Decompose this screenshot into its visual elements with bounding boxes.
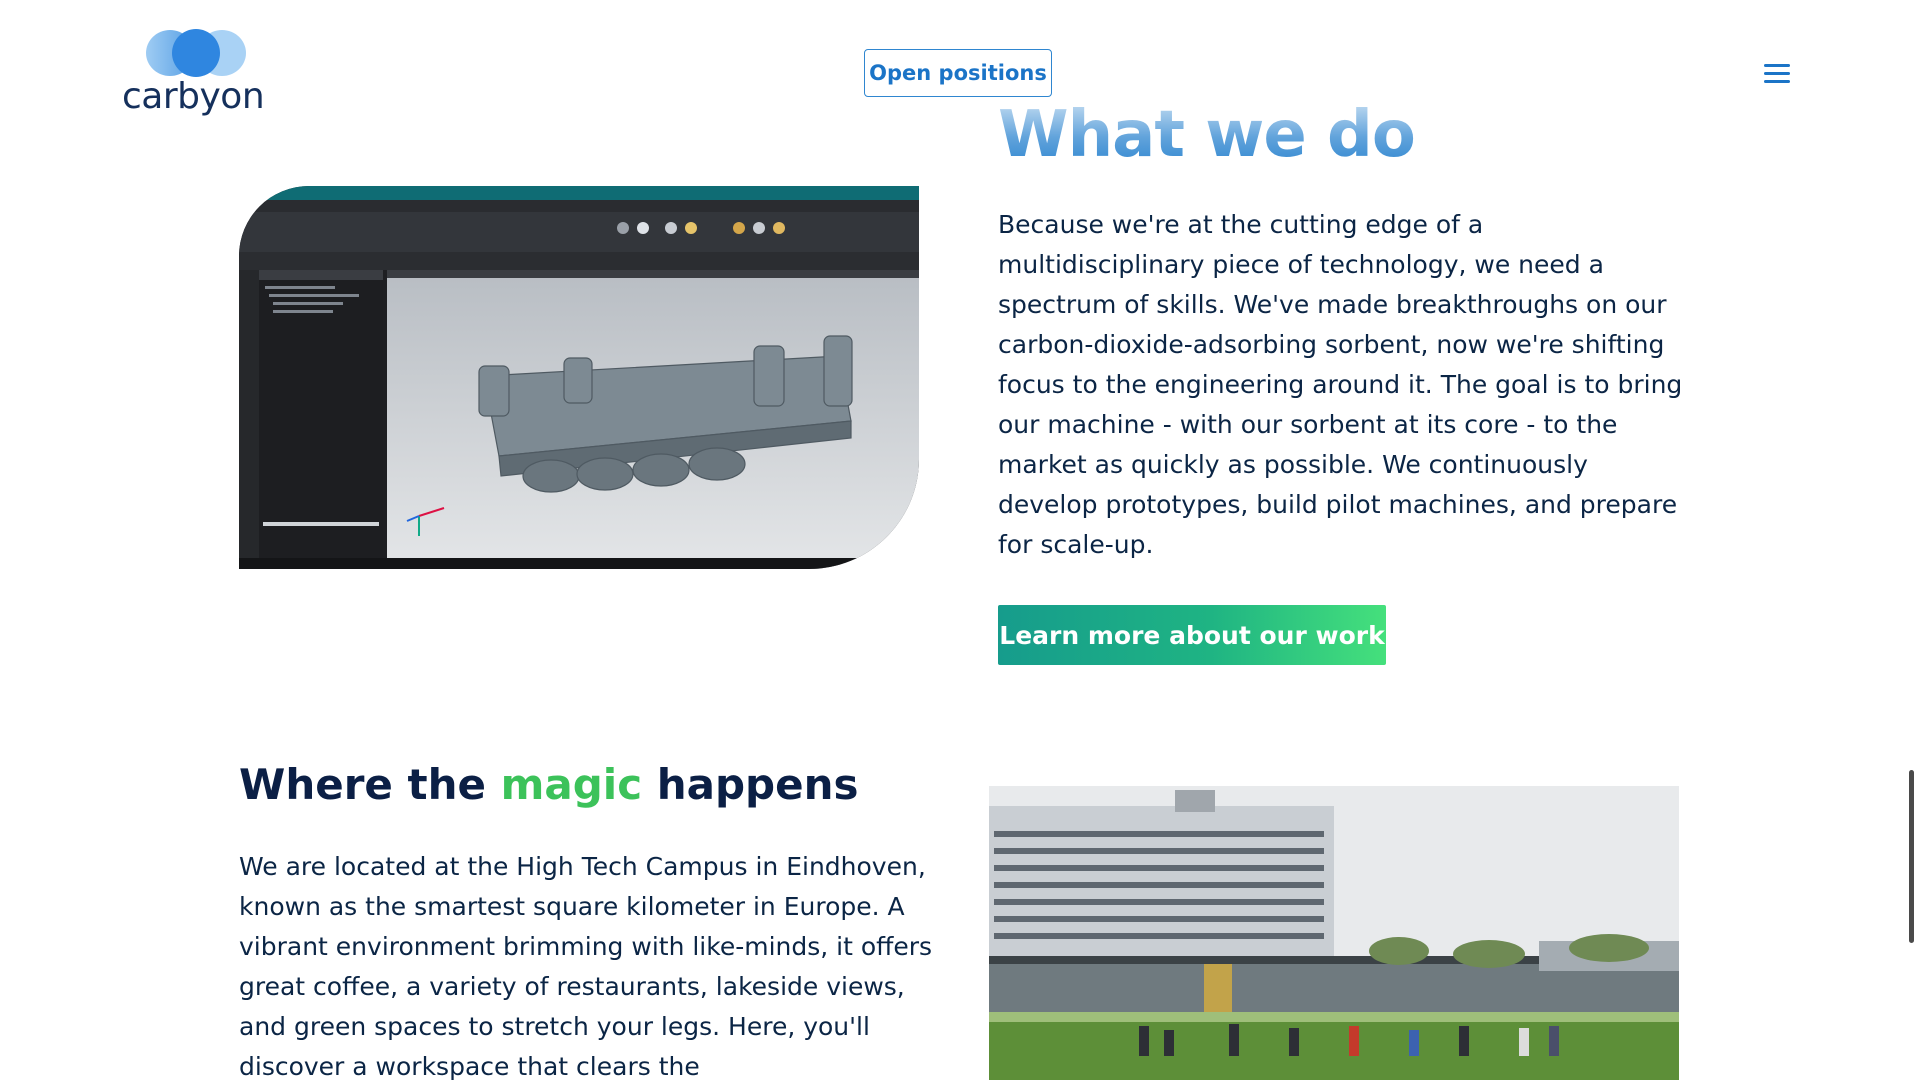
carbyon-logo[interactable]: carbyon [122, 28, 265, 118]
cad-software-image [239, 186, 919, 569]
menu-bar [1764, 64, 1790, 67]
page-scrollbar[interactable] [1909, 770, 1914, 943]
magic-heading-end: happens [642, 760, 859, 809]
hamburger-menu-icon[interactable] [1764, 64, 1790, 84]
cad-screenshot-illustration [239, 186, 919, 569]
magic-heading: Where the magic happens [239, 760, 939, 809]
magic-heading-accent: magic [500, 760, 643, 809]
what-we-do-paragraph: Because we're at the cutting edge of a m… [998, 210, 1683, 559]
menu-bar [1764, 72, 1790, 75]
magic-heading-start: Where the [239, 760, 501, 809]
campus-photo [989, 786, 1679, 1080]
logo-mark-icon [146, 29, 246, 77]
campus-illustration [989, 786, 1679, 1080]
menu-bar [1764, 80, 1790, 83]
learn-more-button[interactable]: Learn more about our work [998, 605, 1386, 665]
magic-paragraph: We are located at the High Tech Campus i… [239, 852, 933, 1081]
logo-text: carbyon [122, 76, 265, 117]
what-we-do-heading: What we do [998, 98, 1598, 172]
open-positions-button[interactable]: Open positions [864, 49, 1052, 97]
